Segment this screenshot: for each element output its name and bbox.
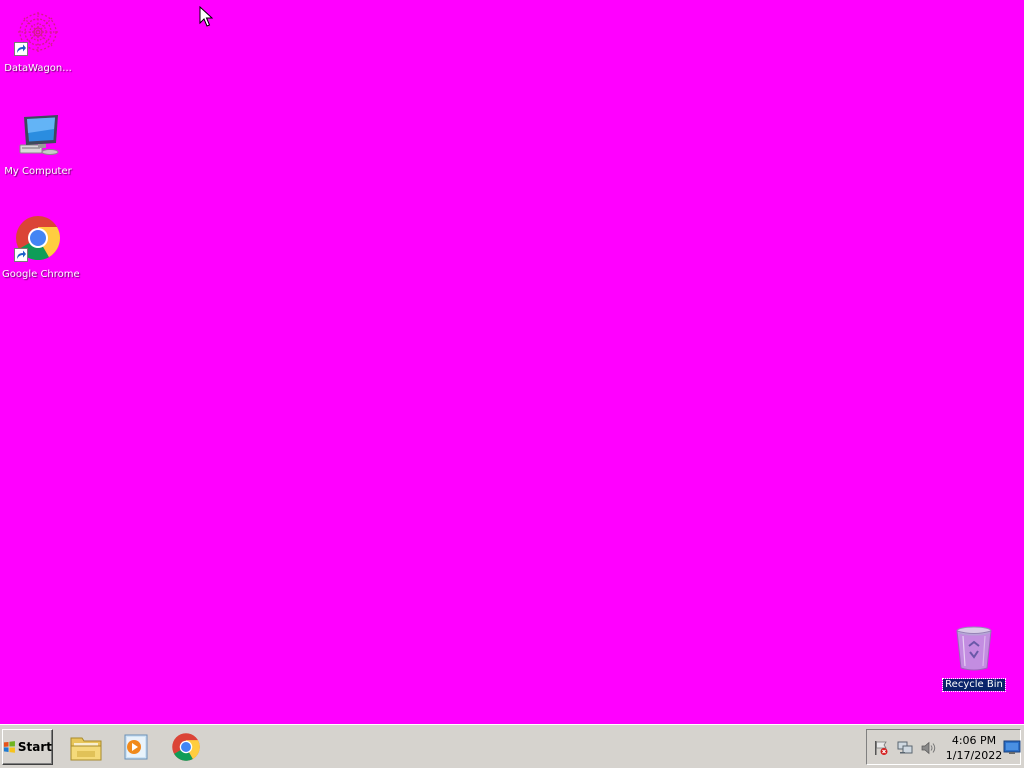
taskbar-file-explorer-button[interactable] [66, 729, 106, 765]
desktop[interactable]: DataWagon... My Computer Google Chrome R… [0, 0, 1024, 724]
file-explorer-icon [70, 737, 102, 761]
volume-icon[interactable] [920, 740, 938, 756]
show-desktop-icon[interactable] [1003, 739, 1021, 755]
system-tray: 4:06 PM 1/17/2022 [866, 729, 1021, 765]
desktop-icon-label: DataWagon... [4, 63, 72, 74]
computer-icon [14, 111, 62, 159]
network-icon[interactable] [896, 740, 914, 756]
recycle-bin-icon [950, 624, 998, 672]
windows-logo-icon [3, 741, 15, 753]
desktop-icon-my-computer[interactable]: My Computer [0, 111, 76, 178]
clock[interactable]: 4:06 PM 1/17/2022 [945, 733, 1003, 763]
datawagon-icon [14, 8, 62, 56]
shortcut-arrow-icon [14, 42, 28, 56]
mouse-pointer-icon [199, 6, 213, 27]
taskbar: Start 4:06 PM 1/17/2022 [0, 724, 1024, 768]
clock-date: 1/17/2022 [945, 749, 1003, 762]
taskbar-chrome-button[interactable] [166, 729, 206, 765]
start-label: Start [17, 740, 52, 754]
start-button[interactable]: Start [2, 729, 53, 765]
clock-time: 4:06 PM [951, 734, 997, 747]
action-center-flag-icon[interactable] [872, 740, 890, 756]
chrome-icon [172, 733, 200, 761]
desktop-icon-label: Google Chrome [2, 269, 80, 280]
media-player-icon [124, 734, 148, 760]
taskbar-media-player-button[interactable] [116, 729, 156, 765]
desktop-icon-recycle-bin[interactable]: Recycle Bin [936, 624, 1012, 692]
desktop-icon-datawagon[interactable]: DataWagon... [0, 8, 76, 75]
shortcut-arrow-icon [14, 248, 28, 262]
desktop-icon-google-chrome[interactable]: Google Chrome [0, 214, 80, 281]
chrome-icon [14, 214, 62, 262]
desktop-icon-label: Recycle Bin [942, 678, 1006, 692]
desktop-icon-label: My Computer [4, 166, 72, 177]
